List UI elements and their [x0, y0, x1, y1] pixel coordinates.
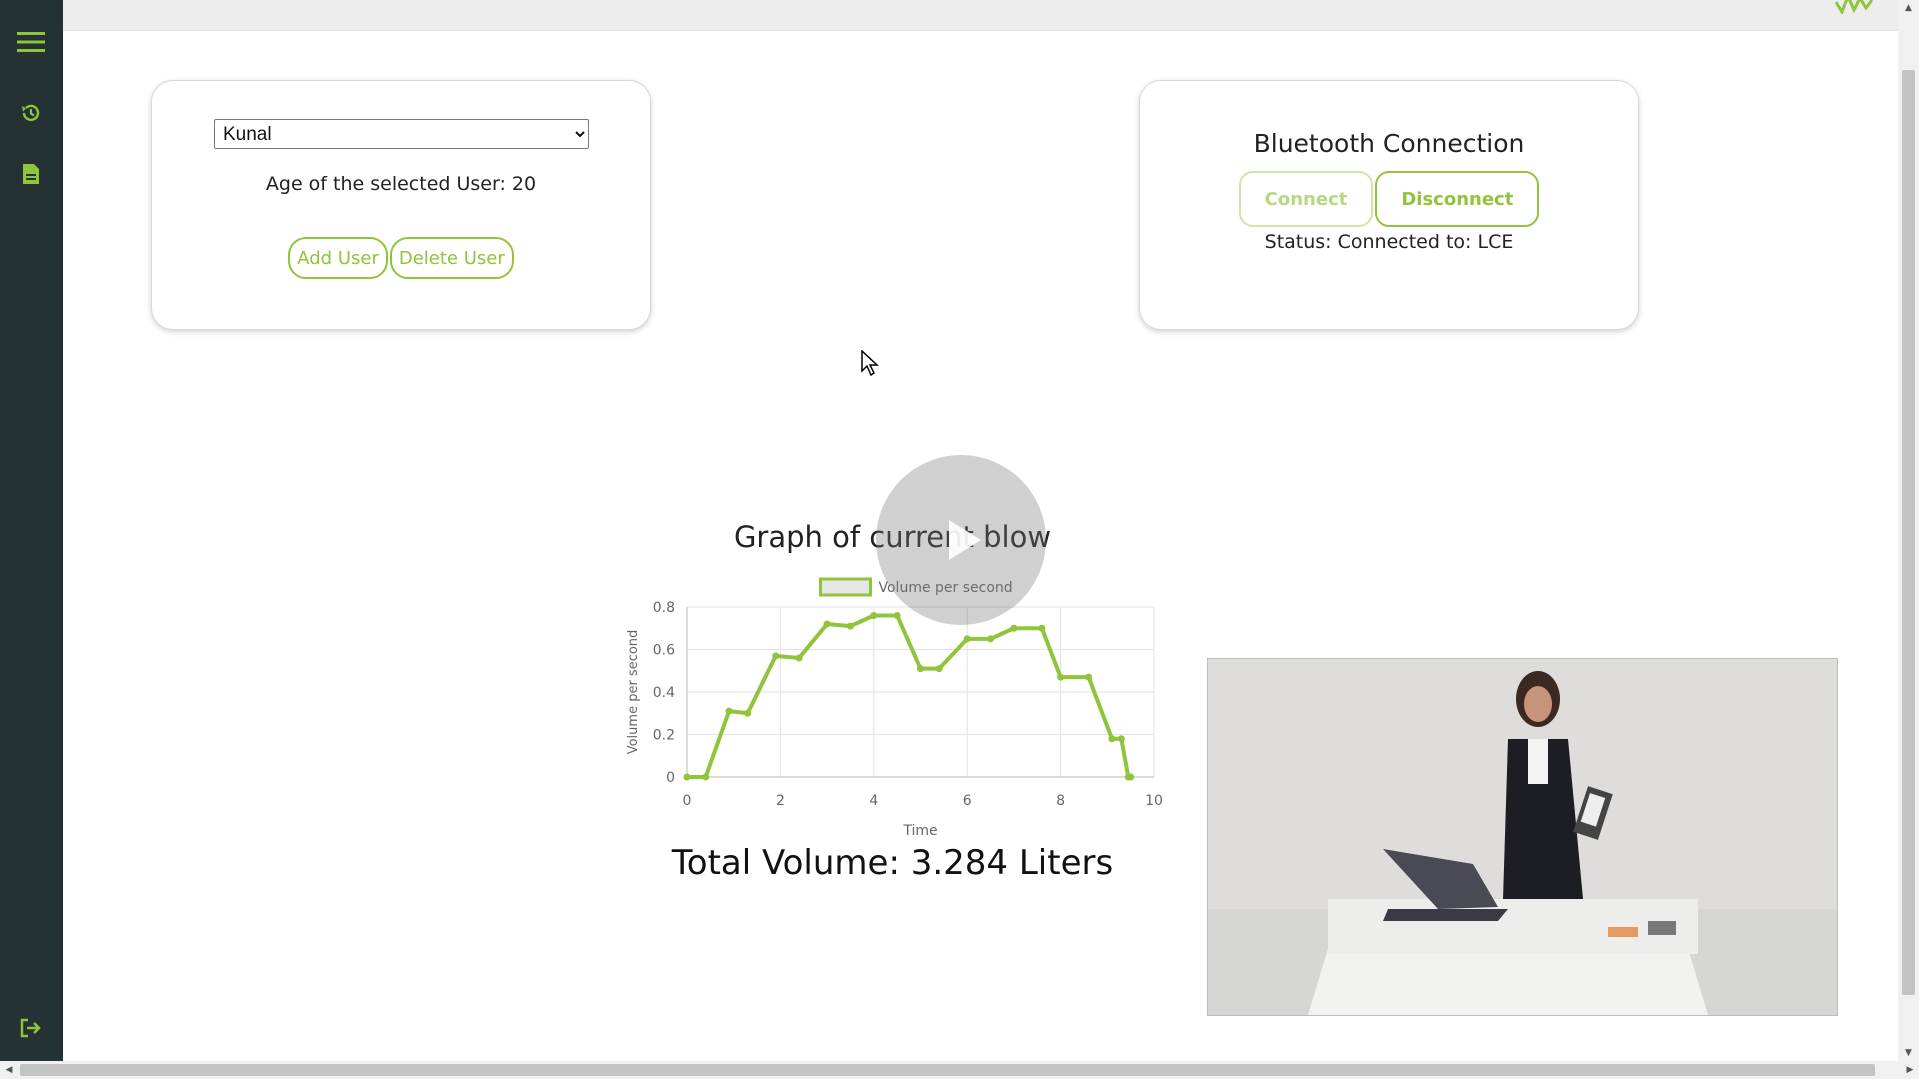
- y-tick-label: 0.2: [653, 728, 675, 744]
- user-select[interactable]: Kunal: [214, 119, 589, 149]
- data-point: [935, 665, 943, 673]
- data-point: [772, 652, 780, 660]
- x-tick-label: 10: [1145, 793, 1163, 809]
- data-point: [963, 635, 971, 643]
- y-tick-label: 0.8: [653, 600, 675, 616]
- data-point: [917, 665, 924, 673]
- age-label: Age of the selected User: 20: [265, 173, 537, 195]
- x-tick-label: 4: [869, 793, 878, 809]
- data-point: [1010, 624, 1018, 632]
- x-tick-label: 0: [683, 793, 692, 809]
- data-point: [725, 707, 733, 715]
- bluetooth-title: Bluetooth Connection: [1253, 129, 1525, 158]
- data-point: [1057, 673, 1065, 681]
- user-card: Kunal Age of the selected User: 20 Add U…: [151, 80, 651, 330]
- series-line: [687, 613, 1131, 779]
- y-axis-title: Volume per second: [626, 630, 641, 755]
- data-point: [795, 654, 803, 662]
- presenter-illustration: [1208, 659, 1837, 1015]
- data-point: [1085, 673, 1093, 681]
- top-bar: [63, 0, 1898, 31]
- mouse-cursor-icon: [861, 349, 879, 380]
- total-volume: Total Volume: 3.284 Liters: [671, 843, 1114, 883]
- connection-status: Status: Connected to: LCE: [1264, 231, 1514, 253]
- play-button[interactable]: [876, 455, 1046, 625]
- legend-swatch: [819, 577, 872, 597]
- x-tick-label: 2: [776, 793, 785, 809]
- scroll-down-icon[interactable]: ▼: [1898, 1045, 1919, 1061]
- x-tick-label: 8: [1056, 793, 1065, 809]
- data-point: [1038, 624, 1046, 632]
- volume-chart: 0 0.2 0.4 0.6 0.8 0 2 4 6 8 10 Time Volume per secon…: [626, 577, 1163, 839]
- play-icon: [949, 520, 981, 560]
- demo-video[interactable]: [1207, 658, 1838, 1016]
- sidebar: [0, 0, 63, 1061]
- data-point: [1108, 735, 1116, 743]
- y-tick-label: 0: [666, 770, 675, 786]
- vertical-scrollbar[interactable]: ▲ ▼: [1898, 0, 1919, 1061]
- data-point: [823, 620, 831, 628]
- data-point: [702, 773, 710, 781]
- horizontal-scrollbar[interactable]: ◀ ▶: [0, 1061, 1919, 1079]
- history-icon[interactable]: [16, 98, 46, 128]
- bluetooth-card: Bluetooth Connection Connect Disconnect …: [1139, 80, 1639, 330]
- data-point: [870, 612, 878, 619]
- delete-user-button[interactable]: Delete User: [389, 237, 514, 279]
- data-point: [846, 622, 854, 630]
- connect-button[interactable]: Connect: [1238, 171, 1374, 227]
- x-axis-title: Time: [902, 823, 937, 839]
- data-point: [1127, 773, 1135, 781]
- scroll-right-icon[interactable]: ▶: [1901, 1061, 1919, 1079]
- data-point: [744, 709, 752, 717]
- horizontal-scroll-thumb[interactable]: [20, 1064, 1875, 1076]
- logout-icon[interactable]: [16, 1013, 46, 1043]
- x-tick-label: 6: [963, 793, 972, 809]
- add-user-button[interactable]: Add User: [288, 237, 388, 279]
- data-point: [893, 612, 901, 619]
- vertical-scroll-thumb[interactable]: [1902, 70, 1915, 995]
- report-icon[interactable]: [16, 159, 46, 189]
- data-point: [683, 773, 691, 781]
- y-tick-label: 0.4: [653, 685, 675, 701]
- user-buttons: Add User Delete User: [152, 237, 650, 279]
- disconnect-button[interactable]: Disconnect: [1375, 171, 1540, 227]
- data-point: [987, 635, 995, 643]
- scroll-left-icon[interactable]: ◀: [0, 1061, 18, 1079]
- bluetooth-buttons: Connect Disconnect: [1140, 171, 1638, 227]
- waveform-logo-icon: [1834, 0, 1874, 18]
- menu-icon[interactable]: [16, 27, 46, 57]
- scroll-up-icon[interactable]: ▲: [1898, 0, 1919, 16]
- data-point: [1117, 735, 1125, 743]
- y-tick-label: 0.6: [653, 643, 675, 659]
